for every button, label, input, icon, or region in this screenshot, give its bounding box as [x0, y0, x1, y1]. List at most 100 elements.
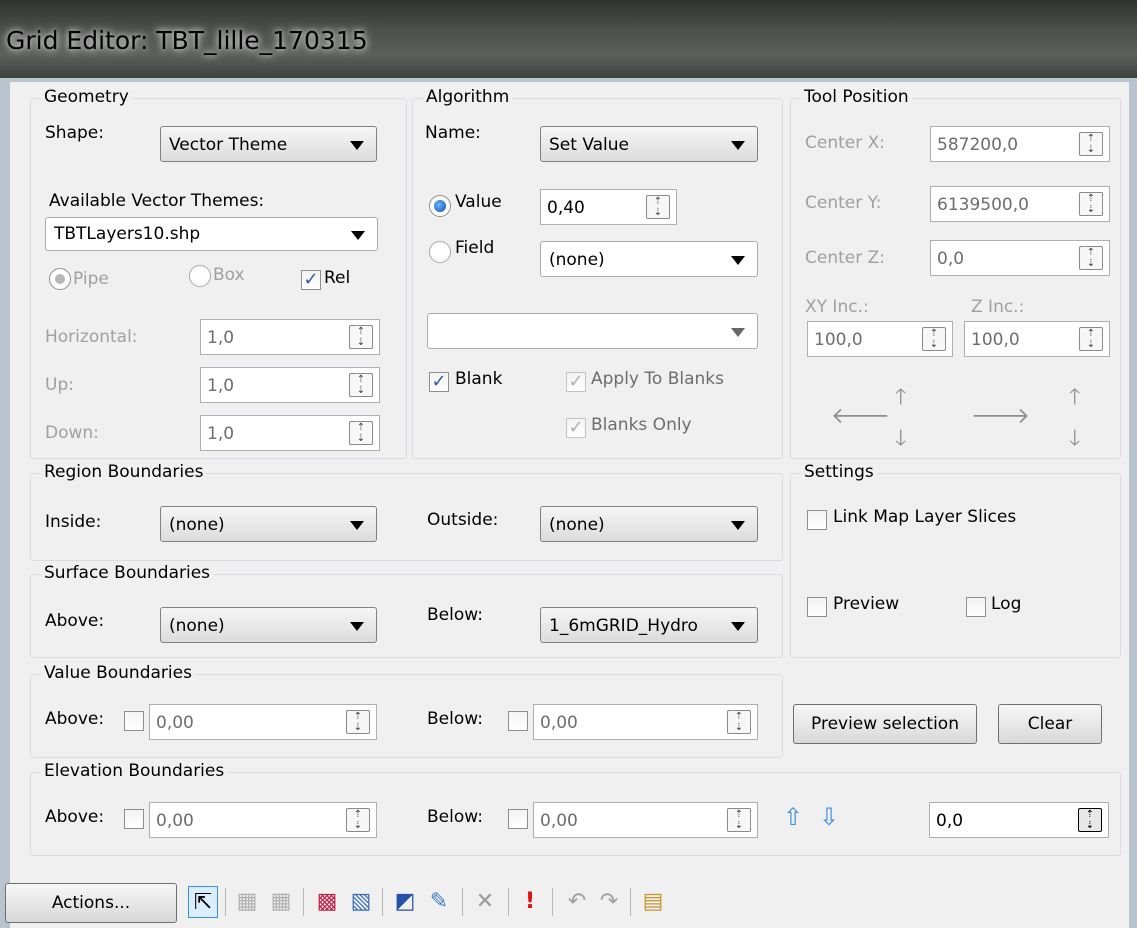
value-above-input[interactable]: 0,00 ⇡ ⇣ — [149, 704, 377, 740]
value-below-checkbox[interactable] — [508, 711, 528, 731]
redo-icon[interactable]: ↷ — [594, 886, 624, 918]
elevation-step-input[interactable]: 0,0 ⇡ ⇣ — [929, 802, 1109, 838]
elevation-above-checkbox[interactable] — [124, 809, 144, 829]
elevation-below-checkbox[interactable] — [508, 809, 528, 829]
delete-x-icon[interactable]: ✕ — [470, 886, 500, 918]
spin-icon[interactable]: ⇡ ⇣ — [346, 710, 370, 734]
value-below-input[interactable]: 0,00 ⇡ ⇣ — [533, 704, 758, 740]
elevation-below-input[interactable]: 0,00 ⇡ ⇣ — [533, 802, 758, 838]
move-up-icon[interactable]: 🡑 — [895, 380, 906, 418]
z-up-icon[interactable]: 🡑 — [1069, 380, 1080, 418]
shape-dropdown[interactable]: Vector Theme — [160, 126, 377, 162]
elevation-above-input[interactable]: 0,00 ⇡ ⇣ — [149, 802, 377, 838]
chevron-down-icon — [731, 622, 745, 631]
themes-label: Available Vector Themes: — [49, 191, 265, 211]
secondary-dropdown[interactable] — [427, 313, 758, 349]
preview-selection-button[interactable]: Preview selection — [793, 704, 977, 744]
move-right-icon[interactable]: 🡒 — [971, 403, 1030, 429]
actions-button[interactable]: Actions... — [5, 883, 177, 923]
center-x-value: 587200,0 — [937, 135, 1019, 155]
toolbar-separator — [630, 888, 631, 916]
rel-checkbox[interactable]: ✓ — [301, 270, 321, 290]
spin-icon[interactable]: ⇡ ⇣ — [1079, 246, 1103, 270]
polygon-select-icon[interactable]: ▩ — [312, 886, 342, 918]
xy-inc-input[interactable]: 100,0 ⇡ ⇣ — [807, 321, 953, 357]
preview-checkbox[interactable] — [807, 597, 827, 617]
inside-dropdown[interactable]: (none) — [160, 506, 377, 542]
field-radio[interactable] — [429, 241, 451, 263]
value-above-checkbox[interactable] — [124, 711, 144, 731]
outside-label: Outside: — [427, 510, 499, 530]
select-arrow-icon[interactable]: ⇱ — [188, 886, 218, 918]
algorithm-title: Algorithm — [423, 87, 513, 107]
themes-dropdown[interactable]: TBTLayers10.shp — [45, 217, 378, 251]
center-z-input[interactable]: 0,0 ⇡ ⇣ — [930, 240, 1110, 276]
center-y-value: 6139500,0 — [937, 195, 1029, 215]
elevation-boundaries-group: Elevation Boundaries Above: 0,00 ⇡ ⇣ Belo… — [30, 761, 1121, 856]
value-radio[interactable] — [429, 195, 451, 217]
spin-icon[interactable]: ⇡ ⇣ — [346, 808, 370, 832]
arrow-down-icon[interactable]: ⇩ — [819, 803, 839, 831]
edit-pencil-icon[interactable]: ◩ — [390, 886, 420, 918]
z-down-icon[interactable]: 🡓 — [1069, 421, 1080, 459]
blanks-only-label: Blanks Only — [591, 415, 692, 435]
surface-below-dropdown[interactable]: 1_6mGRID_Hydro — [540, 607, 758, 643]
center-y-input[interactable]: 6139500,0 ⇡ ⇣ — [930, 186, 1110, 222]
move-left-icon[interactable]: 🡐 — [831, 403, 890, 429]
spin-icon[interactable]: ⇡ ⇣ — [349, 421, 373, 445]
elevation-title: Elevation Boundaries — [41, 761, 228, 781]
spin-icon[interactable]: ⇡ ⇣ — [646, 195, 670, 219]
up-input[interactable]: 1,0 ⇡ ⇣ — [200, 367, 380, 403]
algorithm-dropdown[interactable]: Set Value — [540, 126, 758, 162]
spin-icon[interactable]: ⇡ ⇣ — [1079, 192, 1103, 216]
surface-above-dropdown[interactable]: (none) — [160, 607, 377, 643]
grid-deselect-icon[interactable]: ▦ — [266, 886, 296, 918]
center-x-input[interactable]: 587200,0 ⇡ ⇣ — [930, 126, 1110, 162]
blanks-only-checkbox[interactable]: ✓ — [566, 418, 586, 438]
blank-checkbox[interactable]: ✓ — [429, 372, 449, 392]
spin-icon[interactable]: ⇡ ⇣ — [349, 325, 373, 349]
box-label: Box — [213, 265, 245, 285]
move-down-icon[interactable]: 🡓 — [895, 421, 906, 459]
spin-icon[interactable]: ⇡ ⇣ — [1078, 808, 1102, 832]
apply-blanks-checkbox[interactable]: ✓ — [566, 372, 586, 392]
value-bounds-title: Value Boundaries — [41, 663, 195, 683]
outside-dropdown[interactable]: (none) — [540, 506, 758, 542]
surface-above-value: (none) — [169, 616, 225, 636]
rel-label: Rel — [324, 268, 351, 288]
grid-select-icon[interactable]: ▦ — [232, 886, 262, 918]
chevron-down-icon — [351, 231, 365, 240]
toolbar-separator — [508, 888, 509, 916]
spin-icon[interactable]: ⇡ ⇣ — [727, 710, 751, 734]
spin-icon[interactable]: ⇡ ⇣ — [922, 327, 946, 351]
dialog-client: Geometry Shape: Vector Theme Available V… — [5, 82, 1129, 928]
z-inc-input[interactable]: 100,0 ⇡ ⇣ — [964, 321, 1110, 357]
spin-icon[interactable]: ⇡ ⇣ — [1079, 132, 1103, 156]
chevron-down-icon — [350, 622, 364, 631]
link-slices-checkbox[interactable] — [807, 510, 827, 530]
eyedropper-icon[interactable]: ✎ — [424, 886, 454, 918]
spin-icon[interactable]: ⇡ ⇣ — [1079, 327, 1103, 351]
pipe-radio[interactable] — [49, 268, 71, 290]
field-dropdown[interactable]: (none) — [540, 241, 758, 277]
polygon-deselect-icon[interactable]: ▧ — [346, 886, 376, 918]
down-input[interactable]: 1,0 ⇡ ⇣ — [200, 415, 380, 451]
surface-below-label: Below: — [427, 605, 483, 625]
spin-icon[interactable]: ⇡ ⇣ — [727, 808, 751, 832]
settings-group: Settings Link Map Layer Slices Preview L… — [790, 462, 1121, 658]
chevron-down-icon — [731, 256, 745, 265]
value-input[interactable]: 0,40 ⇡ ⇣ — [540, 189, 677, 225]
arrow-up-icon[interactable]: ⇧ — [783, 803, 803, 831]
undo-icon[interactable]: ↶ — [562, 886, 592, 918]
spin-icon[interactable]: ⇡ ⇣ — [349, 373, 373, 397]
log-checkbox[interactable] — [966, 597, 986, 617]
apply-blanks-label: Apply To Blanks — [591, 369, 724, 389]
elevation-below-label: Below: — [427, 807, 483, 827]
center-z-value: 0,0 — [937, 249, 965, 269]
properties-icon[interactable]: ▤ — [638, 886, 668, 918]
warning-exclamation-icon[interactable]: ! — [515, 886, 545, 918]
up-label: Up: — [45, 375, 74, 395]
clear-button[interactable]: Clear — [998, 704, 1102, 744]
box-radio[interactable] — [189, 265, 211, 287]
horizontal-input[interactable]: 1,0 ⇡ ⇣ — [200, 319, 380, 355]
